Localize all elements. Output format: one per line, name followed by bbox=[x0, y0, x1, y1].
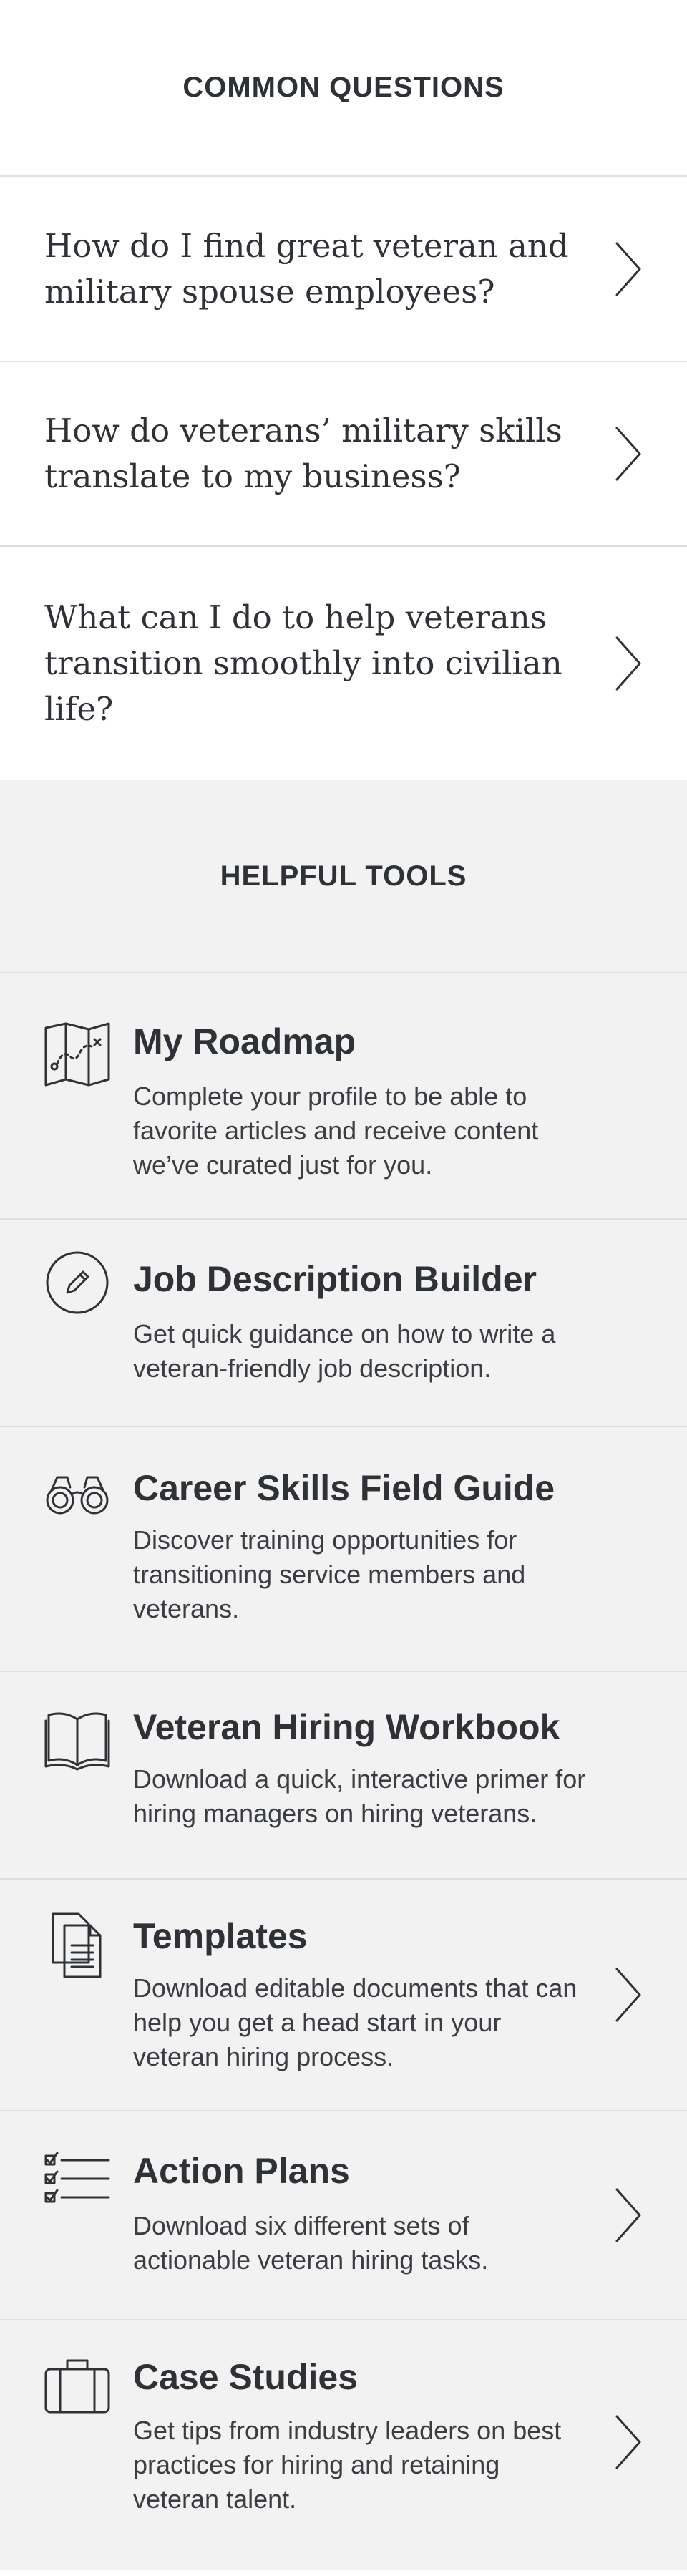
tool-title: Job Description Builder bbox=[133, 1259, 537, 1299]
common-questions-heading: COMMON QUESTIONS bbox=[0, 0, 687, 177]
chevron-right-icon bbox=[615, 242, 641, 296]
tool-title: Case Studies bbox=[133, 2357, 359, 2397]
question-text: How do I find great veteran and military… bbox=[44, 226, 569, 311]
tool-description: Complete your profile to be able to favo… bbox=[133, 1082, 539, 1180]
chevron-right-icon bbox=[615, 2415, 641, 2469]
question-text: What can I do to help veterans transitio… bbox=[44, 598, 562, 728]
tool-title: Veteran Hiring Workbook bbox=[133, 1707, 560, 1747]
pencil-circle-icon bbox=[46, 1251, 109, 1314]
question-item[interactable]: How do I find great veteran and military… bbox=[0, 177, 687, 362]
tool-description: Download a quick, interactive primer for… bbox=[133, 1764, 586, 1828]
map-icon bbox=[44, 1022, 110, 1087]
chevron-right-icon bbox=[615, 427, 641, 481]
question-item[interactable]: How do veterans’ military skills transla… bbox=[0, 362, 687, 547]
tool-templates[interactable]: Templates Download editable documents th… bbox=[0, 1880, 687, 2111]
tool-career-skills-field-guide[interactable]: Career Skills Field Guide Discover train… bbox=[0, 1427, 687, 1672]
chevron-right-icon bbox=[615, 1968, 641, 2022]
open-book-icon bbox=[44, 1712, 110, 1771]
tool-title: My Roadmap bbox=[133, 1021, 356, 1061]
checklist-icon bbox=[44, 2152, 110, 2203]
common-questions-section: COMMON QUESTIONS How do I find great vet… bbox=[0, 0, 687, 780]
binoculars-icon bbox=[46, 1476, 109, 1515]
chevron-right-icon bbox=[615, 2188, 641, 2242]
tool-description: Get quick guidance on how to write a vet… bbox=[133, 1319, 556, 1383]
chevron-right-icon bbox=[615, 636, 641, 691]
tool-veteran-hiring-workbook[interactable]: Veteran Hiring Workbook Download a quick… bbox=[0, 1672, 687, 1880]
question-text: How do veterans’ military skills transla… bbox=[44, 412, 562, 495]
tool-action-plans[interactable]: Action Plans Download six different sets… bbox=[0, 2111, 687, 2320]
tool-my-roadmap[interactable]: My Roadmap Complete your profile to be a… bbox=[0, 973, 687, 1220]
helpful-tools-heading: HELPFUL TOOLS bbox=[0, 780, 687, 973]
tool-title: Career Skills Field Guide bbox=[133, 1468, 555, 1508]
tool-description: Download six different sets of actionabl… bbox=[133, 2211, 489, 2275]
tool-case-studies[interactable]: Case Studies Get tips from industry lead… bbox=[0, 2320, 687, 2564]
question-item[interactable]: What can I do to help veterans transitio… bbox=[0, 547, 687, 780]
tool-description: Download editable documents that can hel… bbox=[133, 1973, 578, 2071]
tool-job-description-builder[interactable]: Job Description Builder Get quick guidan… bbox=[0, 1220, 687, 1427]
briefcase-icon bbox=[44, 2359, 110, 2414]
tool-description: Get tips from industry leaders on best p… bbox=[133, 2416, 562, 2514]
tool-title: Templates bbox=[133, 1916, 308, 1956]
tool-description: Discover training opportunities for tran… bbox=[133, 1525, 526, 1623]
documents-icon bbox=[52, 1912, 102, 1978]
tool-title: Action Plans bbox=[133, 2151, 350, 2191]
helpful-tools-section: HELPFUL TOOLS My Roadmap Complete your p… bbox=[0, 780, 687, 2570]
